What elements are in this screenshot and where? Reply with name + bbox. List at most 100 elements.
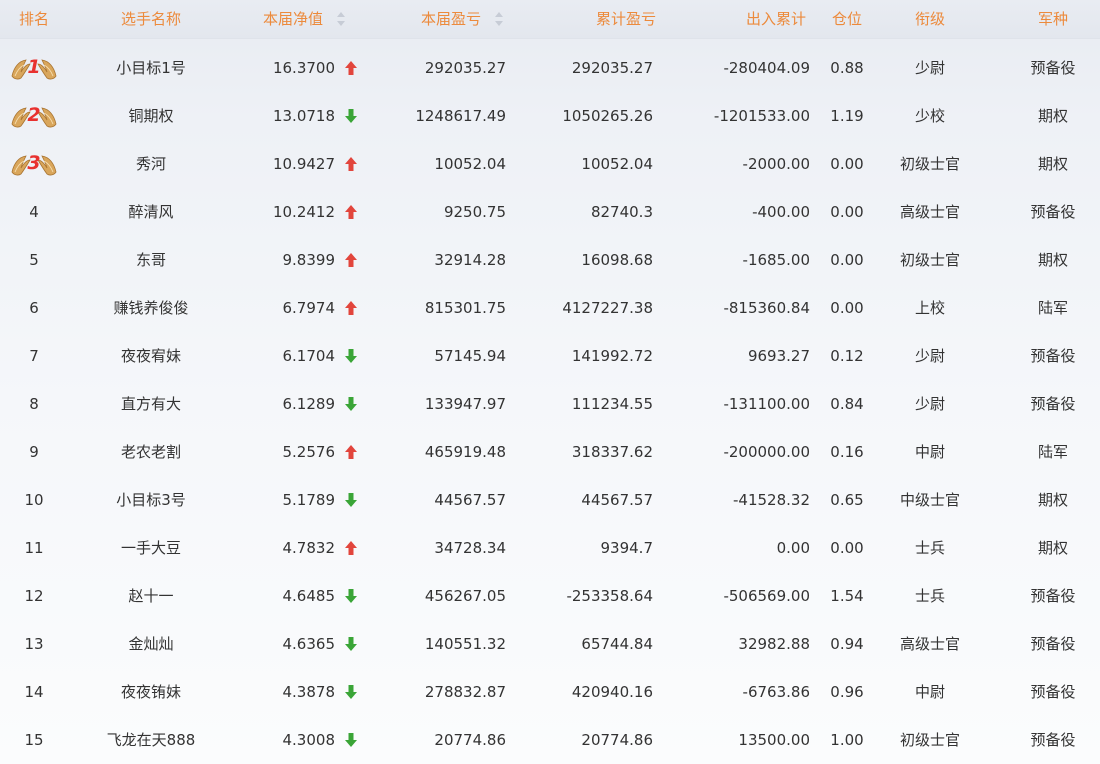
table-row[interactable]: 13 金灿灿 4.6365 140551.32 65744.84 32982.8… (0, 620, 1100, 668)
table-row[interactable]: 3 秀河 10.9427 10052.04 10052.04 -2000.00 … (0, 140, 1100, 188)
table-row[interactable]: 11 一手大豆 4.7832 34728.34 9394.7 0.00 0.00… (0, 524, 1100, 572)
header-name: 选手名称 (120, 9, 181, 28)
table-row[interactable]: 5 东哥 9.8399 32914.28 16098.68 -1685.00 0… (0, 236, 1100, 284)
inout-total: -200000.00 (723, 442, 810, 461)
period-pnl: 133947.97 (424, 394, 506, 413)
net-value: 5.1789 (282, 490, 336, 509)
player-name[interactable]: 飞龙在天888 (68, 716, 234, 764)
medal-icon: 1 (8, 52, 60, 84)
period-pnl: 465919.48 (424, 442, 506, 461)
arrow-down-icon (341, 92, 361, 140)
military-rank: 初级士官 (899, 730, 960, 749)
player-name[interactable]: 老农老割 (68, 428, 234, 476)
player-name[interactable]: 小目标3号 (68, 476, 234, 524)
position-ratio: 0.94 (830, 634, 864, 653)
rank-cell: 8 (29, 394, 39, 413)
leaderboard-table: 排名 选手名称 本届净值 本届盈亏 累计盈亏 出入累计 仓位 衔级 军种 1 小… (0, 0, 1100, 764)
header-nav: 本届净值 (262, 9, 323, 28)
arrow-up-icon (341, 236, 361, 284)
table-row[interactable]: 2 铜期权 13.0718 1248617.49 1050265.26 -120… (0, 92, 1100, 140)
net-value: 16.3700 (272, 58, 335, 77)
arrow-down-icon (341, 620, 361, 668)
net-value: 4.7832 (282, 538, 336, 557)
player-name[interactable]: 小目标1号 (68, 44, 234, 92)
rank-cell: 12 (24, 586, 44, 605)
player-name[interactable]: 夜夜宥妹 (68, 332, 234, 380)
service-branch: 期权 (1037, 250, 1068, 269)
header-position: 仓位 (831, 9, 862, 28)
service-branch: 期权 (1037, 154, 1068, 173)
inout-total: -41528.32 (733, 490, 810, 509)
rank-cell: 15 (24, 730, 44, 749)
net-value: 10.2412 (272, 202, 335, 221)
header-period-pnl: 本届盈亏 (420, 9, 481, 28)
table-row[interactable]: 6 赚钱养俊俊 6.7974 815301.75 4127227.38 -815… (0, 284, 1100, 332)
table-row[interactable]: 14 夜夜铕妹 4.3878 278832.87 420940.16 -6763… (0, 668, 1100, 716)
header-period-pnl-sortable[interactable]: 本届盈亏 (396, 0, 528, 38)
rank-cell: 9 (29, 442, 39, 461)
inout-total: -131100.00 (723, 394, 810, 413)
player-name[interactable]: 醉清风 (68, 188, 234, 236)
player-name[interactable]: 金灿灿 (68, 620, 234, 668)
player-name[interactable]: 一手大豆 (68, 524, 234, 572)
period-pnl: 20774.86 (434, 730, 506, 749)
rank-cell: 1 (0, 44, 68, 92)
player-name[interactable]: 铜期权 (68, 92, 234, 140)
table-row[interactable]: 8 直方有大 6.1289 133947.97 111234.55 -13110… (0, 380, 1100, 428)
medal-rank-number: 2 (27, 104, 40, 126)
cumulative-pnl: -253358.64 (566, 586, 653, 605)
service-branch: 预备役 (1030, 634, 1076, 653)
table-header: 排名 选手名称 本届净值 本届盈亏 累计盈亏 出入累计 仓位 衔级 军种 (0, 0, 1100, 39)
player-name[interactable]: 直方有大 (68, 380, 234, 428)
military-rank: 少尉 (914, 58, 945, 77)
table-row[interactable]: 12 赵十一 4.6485 456267.05 -253358.64 -5065… (0, 572, 1100, 620)
inout-total: -2000.00 (742, 154, 810, 173)
table-row[interactable]: 9 老农老割 5.2576 465919.48 318337.62 -20000… (0, 428, 1100, 476)
header-nav-sortable[interactable]: 本届净值 (234, 0, 374, 38)
arrow-down-icon (341, 476, 361, 524)
military-rank: 中尉 (914, 682, 945, 701)
net-value: 6.1704 (282, 346, 336, 365)
table-row[interactable]: 4 醉清风 10.2412 9250.75 82740.3 -400.00 0.… (0, 188, 1100, 236)
rank-cell: 7 (29, 346, 39, 365)
inout-total: -1685.00 (742, 250, 810, 269)
player-name[interactable]: 东哥 (68, 236, 234, 284)
player-name[interactable]: 赵十一 (68, 572, 234, 620)
inout-total: 0.00 (776, 538, 810, 557)
player-name[interactable]: 秀河 (68, 140, 234, 188)
period-pnl: 456267.05 (424, 586, 506, 605)
rank-cell: 6 (29, 298, 39, 317)
period-pnl: 292035.27 (424, 58, 506, 77)
service-branch: 预备役 (1030, 394, 1076, 413)
inout-total: 9693.27 (747, 346, 810, 365)
inout-total: -280404.09 (723, 58, 810, 77)
cumulative-pnl: 1050265.26 (562, 106, 653, 125)
position-ratio: 0.00 (830, 538, 864, 557)
military-rank: 中尉 (914, 442, 945, 461)
cumulative-pnl: 9394.7 (600, 538, 654, 557)
table-row[interactable]: 10 小目标3号 5.1789 44567.57 44567.57 -41528… (0, 476, 1100, 524)
service-branch: 预备役 (1030, 58, 1076, 77)
cumulative-pnl: 44567.57 (581, 490, 653, 509)
sort-icon[interactable] (337, 12, 345, 26)
cumulative-pnl: 65744.84 (581, 634, 653, 653)
arrow-up-icon (341, 284, 361, 332)
rank-cell: 3 (0, 140, 68, 188)
player-name[interactable]: 夜夜铕妹 (68, 668, 234, 716)
table-row[interactable]: 1 小目标1号 16.3700 292035.27 292035.27 -280… (0, 44, 1100, 92)
arrow-down-icon (341, 332, 361, 380)
inout-total: -400.00 (752, 202, 810, 221)
net-value: 13.0718 (272, 106, 335, 125)
rank-cell: 2 (0, 92, 68, 140)
sort-icon[interactable] (495, 12, 503, 26)
table-row[interactable]: 7 夜夜宥妹 6.1704 57145.94 141992.72 9693.27… (0, 332, 1100, 380)
medal-rank-number: 1 (27, 56, 40, 78)
table-row[interactable]: 15 飞龙在天888 4.3008 20774.86 20774.86 1350… (0, 716, 1100, 764)
inout-total: 32982.88 (738, 634, 810, 653)
period-pnl: 815301.75 (424, 298, 506, 317)
period-pnl: 34728.34 (434, 538, 506, 557)
military-rank: 少尉 (914, 346, 945, 365)
rank-cell: 10 (24, 490, 44, 509)
cumulative-pnl: 20774.86 (581, 730, 653, 749)
player-name[interactable]: 赚钱养俊俊 (68, 284, 234, 332)
